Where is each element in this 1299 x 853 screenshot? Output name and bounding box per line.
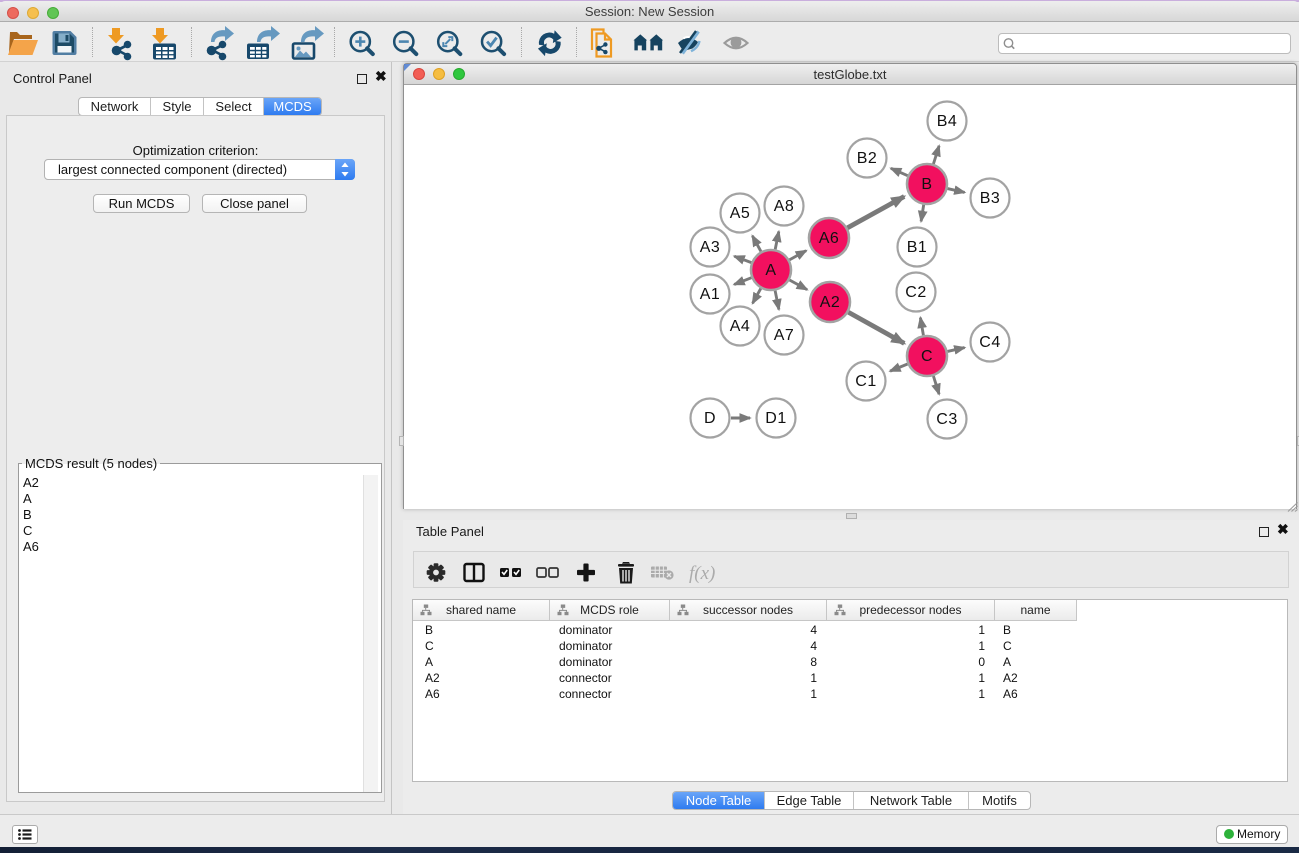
svg-text:A6: A6 [819, 230, 840, 247]
svg-text:C2: C2 [905, 284, 926, 301]
svg-text:C4: C4 [979, 334, 1000, 351]
svg-text:C: C [921, 348, 933, 365]
svg-text:A8: A8 [774, 198, 795, 215]
svg-text:f(x): f(x) [689, 563, 715, 584]
svg-text:C3: C3 [936, 411, 957, 428]
svg-text:C1: C1 [855, 373, 876, 390]
svg-text:A4: A4 [730, 318, 751, 335]
svg-text:A3: A3 [700, 239, 721, 256]
svg-text:D: D [704, 410, 716, 427]
svg-text:D1: D1 [765, 410, 786, 427]
svg-text:B1: B1 [907, 239, 928, 256]
svg-text:B3: B3 [980, 190, 1001, 207]
svg-text:A2: A2 [820, 294, 841, 311]
svg-text:B: B [921, 176, 932, 193]
svg-text:B2: B2 [857, 150, 878, 167]
svg-text:A1: A1 [700, 286, 721, 303]
svg-text:B4: B4 [937, 113, 958, 130]
svg-text:A5: A5 [730, 205, 751, 222]
svg-text:A: A [765, 262, 776, 279]
svg-text:A7: A7 [774, 327, 795, 344]
